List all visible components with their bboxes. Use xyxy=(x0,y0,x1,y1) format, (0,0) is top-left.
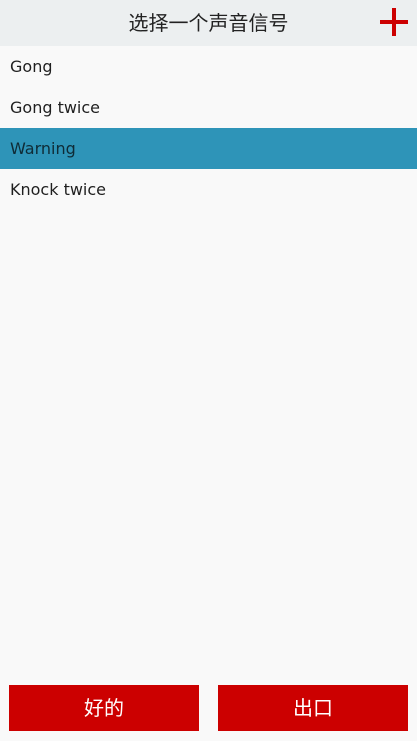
header-bar: 选择一个声音信号 xyxy=(0,0,417,46)
list-item-selected[interactable]: Warning xyxy=(0,128,417,169)
list-item[interactable]: Gong xyxy=(0,46,417,87)
list-item-label: Knock twice xyxy=(10,180,107,199)
sound-list: Gong Gong twice Warning Knock twice xyxy=(0,46,417,210)
list-item[interactable]: Knock twice xyxy=(0,169,417,210)
list-item-label: Warning xyxy=(10,139,76,158)
plus-icon xyxy=(380,8,408,36)
page-title: 选择一个声音信号 xyxy=(128,11,289,35)
list-item-label: Gong twice xyxy=(10,98,101,117)
ok-button[interactable]: 好的 xyxy=(9,685,199,731)
list-item-label: Gong xyxy=(10,57,53,76)
list-item[interactable]: Gong twice xyxy=(0,87,417,128)
add-sound-button[interactable] xyxy=(379,7,409,37)
exit-button[interactable]: 出口 xyxy=(218,685,408,731)
